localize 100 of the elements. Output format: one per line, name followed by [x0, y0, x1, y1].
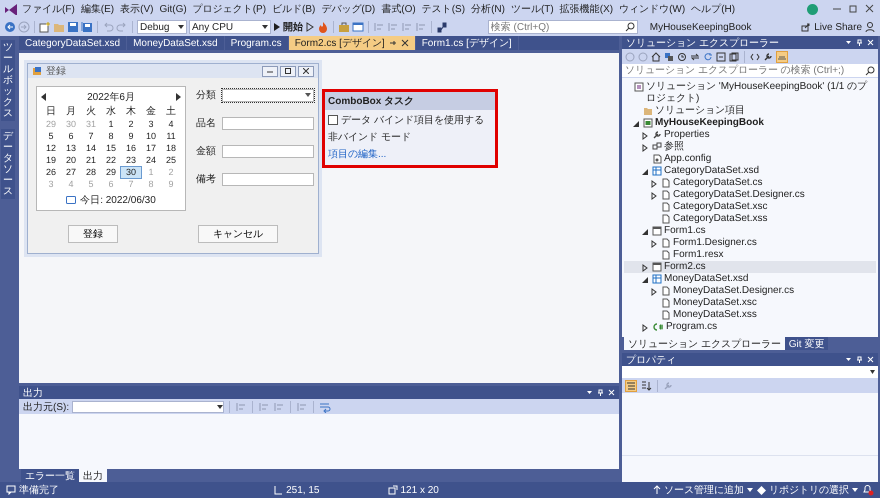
calendar-day[interactable]: 13: [61, 143, 81, 154]
panel-tab[interactable]: ソリューション エクスプローラー: [624, 337, 785, 350]
tree-item[interactable]: Form1.Designer.cs: [624, 237, 876, 249]
expanded-arrow-icon[interactable]: [633, 120, 639, 126]
save-all-icon[interactable]: [81, 21, 93, 33]
calendar-day[interactable]: 24: [141, 155, 161, 166]
menu-item[interactable]: 拡張機能(X): [558, 2, 616, 16]
search-field[interactable]: ソリューション エクスプローラー の検索 (Ctrl+;): [622, 64, 878, 78]
save-icon[interactable]: [67, 21, 79, 33]
calendar-day[interactable]: 12: [41, 143, 61, 154]
platform-dropdown[interactable]: Any CPU: [189, 20, 271, 34]
calendar-day[interactable]: 19: [41, 155, 61, 166]
side-tab[interactable]: ツールボックス: [1, 40, 15, 121]
calendar-day[interactable]: 6: [61, 131, 81, 142]
tree-item[interactable]: CategoryDataSet.xsd: [624, 165, 876, 177]
tree-item[interactable]: MoneyDataSet.xsc: [624, 297, 876, 309]
previous-icon[interactable]: [41, 93, 47, 101]
menu-item[interactable]: ヘルプ(H): [689, 2, 738, 16]
menu-item[interactable]: ビルド(B): [270, 2, 318, 16]
menu-item[interactable]: Git(G): [157, 4, 189, 14]
history-icon[interactable]: [677, 52, 687, 62]
tree-item[interactable]: App.config: [624, 153, 876, 165]
document-tab[interactable]: CategoryDataSet.xsd: [19, 36, 128, 50]
collapsed-arrow-icon[interactable]: [642, 144, 648, 152]
calendar-day[interactable]: 23: [121, 155, 141, 166]
combo-box[interactable]: [222, 88, 314, 102]
edit-items-link[interactable]: 項目の編集...: [328, 147, 492, 161]
new-item-icon[interactable]: [39, 21, 51, 33]
minimize-button[interactable]: [262, 66, 278, 76]
word-wrap-icon[interactable]: [319, 400, 332, 412]
show-all-files-icon[interactable]: [729, 52, 739, 62]
tree-item[interactable]: Form1.resx: [624, 249, 876, 261]
code-icon[interactable]: [750, 52, 760, 62]
form-button[interactable]: キャンセル: [198, 225, 278, 243]
window-icon[interactable]: [352, 21, 364, 33]
calendar-day[interactable]: 18: [161, 143, 181, 154]
calendar-day[interactable]: 5: [41, 131, 61, 142]
calendar-day[interactable]: 30: [121, 167, 141, 178]
tree-item[interactable]: CategoryDataSet.xss: [624, 213, 876, 225]
calendar-day[interactable]: 11: [161, 131, 181, 142]
sync-icon[interactable]: [690, 52, 700, 62]
maximize-button[interactable]: [280, 66, 296, 76]
menu-item[interactable]: ファイル(F): [20, 2, 77, 16]
calendar-day[interactable]: 28: [81, 167, 101, 178]
tree-item[interactable]: Form1.cs: [624, 225, 876, 237]
calendar-day[interactable]: 27: [61, 167, 81, 178]
calendar-day[interactable]: 21: [81, 155, 101, 166]
switch-views-icon[interactable]: [664, 52, 674, 62]
collapsed-arrow-icon[interactable]: [651, 240, 657, 248]
collapsed-arrow-icon[interactable]: [651, 288, 657, 296]
search-icon[interactable]: [624, 22, 635, 32]
collapsed-arrow-icon[interactable]: [642, 132, 648, 140]
calendar-day[interactable]: 29: [101, 167, 121, 178]
preview-icon[interactable]: [776, 50, 788, 62]
tree-item[interactable]: CategoryDataSet.cs: [624, 177, 876, 189]
repository-button[interactable]: リポジトリの選択: [757, 483, 858, 497]
menu-item[interactable]: デバッグ(D): [319, 2, 378, 16]
menu-item[interactable]: ウィンドウ(W): [617, 2, 688, 16]
calendar-day[interactable]: 25: [161, 155, 181, 166]
document-tab[interactable]: Form2.cs [デザイン]: [288, 36, 416, 50]
start-button[interactable]: 開始: [273, 20, 303, 34]
dropdown-icon[interactable]: [845, 39, 852, 46]
menu-item[interactable]: 書式(O): [379, 2, 418, 16]
wrench-icon[interactable]: [763, 52, 773, 62]
panel-tab[interactable]: エラー一覧: [21, 469, 79, 482]
document-tab[interactable]: MoneyDataSet.xsd: [127, 36, 225, 50]
calendar-day[interactable]: 10: [141, 131, 161, 142]
calendar-day[interactable]: 3: [141, 119, 161, 130]
home-icon[interactable]: [651, 52, 661, 62]
dropdown-icon[interactable]: [845, 356, 852, 363]
close-button[interactable]: [298, 66, 314, 76]
tree-item[interactable]: Program.cs: [624, 321, 876, 333]
calendar-day[interactable]: 22: [101, 155, 121, 166]
text-field[interactable]: [222, 172, 314, 186]
panel-tab[interactable]: Git 変更: [784, 337, 828, 350]
tree-item[interactable]: MoneyDataSet.xss: [624, 309, 876, 321]
text-field[interactable]: [222, 116, 314, 130]
menu-item[interactable]: テスト(S): [420, 2, 468, 16]
menu-item[interactable]: 分析(N): [469, 2, 507, 16]
search-field[interactable]: 検索 (Ctrl+Q): [488, 20, 638, 34]
feedback-icon[interactable]: [864, 21, 876, 33]
calendar-day[interactable]: 15: [101, 143, 121, 154]
side-tab[interactable]: データソース: [1, 129, 15, 199]
collapsed-arrow-icon[interactable]: [642, 264, 648, 272]
menu-item[interactable]: プロジェクト(P): [190, 2, 268, 16]
form-button[interactable]: 登録: [68, 225, 118, 243]
next-icon[interactable]: [175, 93, 181, 101]
categorized-icon[interactable]: [625, 380, 637, 392]
search-icon[interactable]: [865, 66, 875, 76]
live-share-button[interactable]: Live Share: [801, 22, 862, 32]
tree-item[interactable]: CategoryDataSet.Designer.cs: [624, 189, 876, 201]
collapse-all-icon[interactable]: [716, 52, 726, 62]
tree-item[interactable]: 参照: [624, 141, 876, 153]
dropdown-icon[interactable]: [586, 389, 593, 396]
alphabetical-icon[interactable]: [640, 380, 652, 392]
collapsed-arrow-icon[interactable]: [651, 192, 657, 200]
source-control-button[interactable]: ソース管理に追加: [653, 483, 753, 497]
calendar-day[interactable]: 17: [141, 143, 161, 154]
menu-item[interactable]: 編集(E): [78, 2, 116, 16]
expanded-arrow-icon[interactable]: [642, 168, 648, 174]
